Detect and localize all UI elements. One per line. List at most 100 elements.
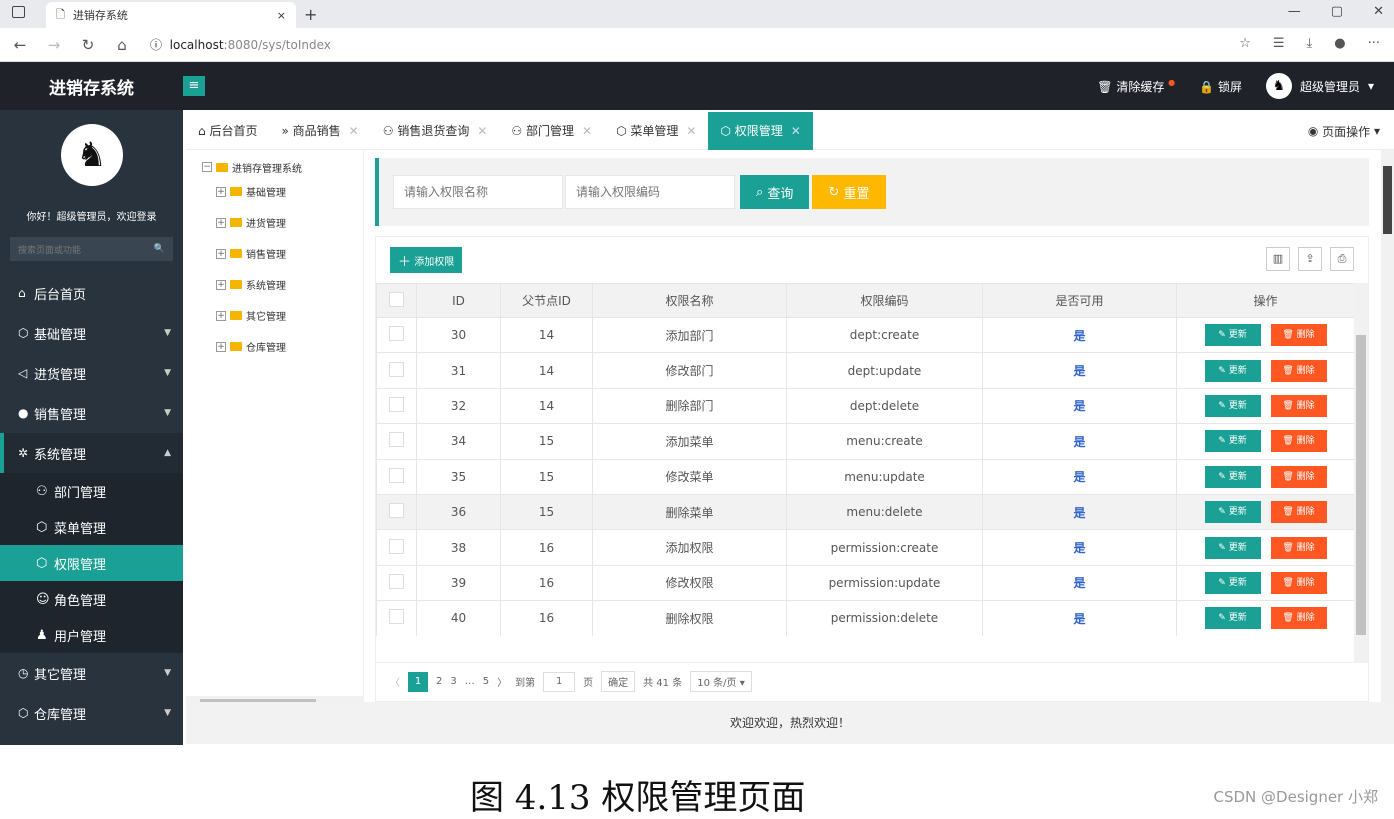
column-header[interactable]: 权限名称 — [592, 283, 787, 318]
minimize-button[interactable]: — — [1288, 4, 1301, 19]
tab-product-sales[interactable]: » 商品销售 ✕ — [269, 112, 370, 150]
delete-button[interactable]: 🗑 删除 — [1270, 324, 1327, 347]
sidebar-item-user[interactable]: ♟ 用户管理 — [0, 617, 183, 653]
favorites-list-icon[interactable]: ☰ — [1273, 36, 1285, 51]
page-number[interactable]: 2 — [436, 676, 442, 687]
print-icon[interactable]: ⎙ — [1330, 247, 1354, 271]
sidebar-item-dept[interactable]: ⚇ 部门管理 — [0, 473, 183, 509]
select-all-checkbox[interactable] — [389, 291, 404, 307]
next-page-icon[interactable]: 〉 — [497, 674, 507, 689]
tree-node[interactable]: + 基础管理 — [216, 176, 363, 207]
delete-button[interactable]: 🗑 删除 — [1270, 430, 1327, 453]
page-scrollbar[interactable] — [1381, 150, 1394, 705]
query-button[interactable]: ⌕ 查询 — [740, 175, 810, 209]
expand-icon[interactable]: + — [216, 248, 226, 259]
update-button[interactable]: ✎ 更新 — [1204, 465, 1261, 488]
back-icon[interactable]: ← — [6, 36, 34, 54]
delete-button[interactable]: 🗑 删除 — [1270, 607, 1327, 630]
table-row[interactable]: 40 16 删除权限 permission:delete 是 ✎ 更新 🗑 删除 — [376, 600, 1355, 636]
expand-icon[interactable]: + — [216, 217, 226, 228]
prev-page-icon[interactable]: 〈 — [390, 674, 400, 689]
delete-button[interactable]: 🗑 删除 — [1270, 394, 1327, 417]
browser-tab[interactable]: 🗋 进销存系统 × — [46, 2, 296, 28]
sidebar-item-other[interactable]: ◷ 其它管理 ▼ — [0, 653, 183, 693]
expand-icon[interactable]: + — [216, 186, 226, 197]
table-row[interactable]: 32 14 删除部门 dept:delete 是 ✎ 更新 🗑 删除 — [376, 387, 1355, 425]
row-checkbox[interactable] — [389, 573, 404, 589]
delete-button[interactable]: 🗑 删除 — [1270, 465, 1327, 488]
row-checkbox[interactable] — [389, 326, 404, 342]
table-row[interactable]: 35 15 修改菜单 menu:update 是 ✎ 更新 🗑 删除 — [376, 458, 1355, 495]
sidebar-toggle-icon[interactable] — [12, 6, 25, 18]
expand-icon[interactable]: + — [216, 279, 226, 290]
table-vertical-scrollbar[interactable] — [1354, 283, 1368, 663]
table-row[interactable]: 30 14 添加部门 dept:create 是 ✎ 更新 🗑 删除 — [376, 316, 1355, 354]
export-icon[interactable]: ⇪ — [1298, 247, 1322, 271]
sidebar-item-basic[interactable]: ⬡ 基础管理 ▼ — [0, 313, 183, 353]
sidebar-item-sales[interactable]: ● 销售管理 ▼ — [0, 393, 183, 433]
tab-menu[interactable]: ⬡ 菜单管理 ✕ — [604, 112, 708, 150]
tab-home[interactable]: ⌂ 后台首页 — [186, 112, 269, 150]
row-select-cell[interactable] — [376, 387, 417, 425]
scrollbar-thumb[interactable] — [1356, 335, 1366, 635]
close-icon[interactable]: ✕ — [349, 124, 359, 138]
close-icon[interactable]: ✕ — [582, 124, 592, 138]
column-header[interactable]: 父节点ID — [500, 283, 593, 318]
new-tab-button[interactable]: + — [304, 5, 317, 24]
more-icon[interactable]: ··· — [1368, 36, 1380, 51]
close-icon[interactable]: ✕ — [791, 124, 801, 138]
row-select-cell[interactable] — [376, 493, 417, 531]
close-tab-icon[interactable]: × — [277, 9, 286, 22]
tab-permission[interactable]: ⬡ 权限管理 ✕ — [708, 111, 813, 150]
forward-icon[interactable]: → — [40, 36, 68, 54]
table-row[interactable]: 31 14 修改部门 dept:update 是 ✎ 更新 🗑 删除 — [376, 352, 1355, 389]
row-checkbox[interactable] — [389, 609, 404, 625]
url-field[interactable]: ⓘ localhost:8080/sys/toIndex — [150, 36, 331, 53]
update-button[interactable]: ✎ 更新 — [1204, 501, 1261, 524]
update-button[interactable]: ✎ 更新 — [1204, 536, 1261, 559]
row-select-cell[interactable] — [376, 316, 417, 354]
row-select-cell[interactable] — [376, 423, 417, 460]
collapse-icon[interactable]: − — [202, 162, 212, 172]
delete-button[interactable]: 🗑 删除 — [1270, 501, 1327, 524]
row-checkbox[interactable] — [389, 361, 404, 377]
refresh-icon[interactable]: ↻ — [74, 36, 102, 54]
menu-toggle-button[interactable]: ≡ — [183, 76, 205, 96]
scrollbar-thumb[interactable] — [1383, 166, 1392, 234]
tree-node[interactable]: + 进货管理 — [216, 207, 363, 238]
row-select-cell[interactable] — [376, 600, 417, 636]
page-number[interactable]: 3 — [450, 676, 456, 687]
row-select-cell[interactable] — [376, 458, 417, 495]
column-header[interactable]: 是否可用 — [982, 283, 1177, 318]
home-icon[interactable]: ⌂ — [108, 36, 136, 54]
update-button[interactable]: ✎ 更新 — [1204, 359, 1261, 382]
page-size-select[interactable]: 10 条/页 ▾ — [690, 671, 752, 692]
select-all-cell[interactable] — [376, 283, 417, 318]
sidebar-item-menu[interactable]: ⬡ 菜单管理 — [0, 509, 183, 545]
columns-icon[interactable]: ▥ — [1266, 247, 1290, 271]
delete-button[interactable]: 🗑 删除 — [1270, 359, 1327, 382]
update-button[interactable]: ✎ 更新 — [1204, 571, 1261, 594]
reset-button[interactable]: ↻ 重置 — [812, 175, 886, 209]
sidebar-item-warehouse[interactable]: ⬡ 仓库管理 ▼ — [0, 693, 183, 733]
row-select-cell[interactable] — [376, 352, 417, 389]
sidebar-item-permission[interactable]: ⬡ 权限管理 — [0, 545, 183, 581]
download-icon[interactable]: ⤓ — [1307, 36, 1313, 51]
tree-node[interactable]: + 销售管理 — [216, 238, 363, 269]
expand-icon[interactable]: + — [216, 341, 226, 352]
update-button[interactable]: ✎ 更新 — [1204, 607, 1261, 630]
tree-node[interactable]: + 其它管理 — [216, 300, 363, 331]
close-icon[interactable]: ✕ — [686, 124, 696, 138]
tree-node[interactable]: + 仓库管理 — [216, 331, 363, 362]
column-header[interactable]: ID — [416, 283, 501, 318]
sidebar-item-role[interactable]: ☺ 角色管理 — [0, 581, 183, 617]
table-row[interactable]: 34 15 添加菜单 menu:create 是 ✎ 更新 🗑 删除 — [376, 423, 1355, 460]
row-select-cell[interactable] — [376, 564, 417, 602]
sidebar-item-system[interactable]: ✲ 系统管理 ▲ — [0, 433, 183, 473]
sidebar-item-purchase[interactable]: ◁ 进货管理 ▼ — [0, 353, 183, 393]
row-checkbox[interactable] — [389, 467, 404, 483]
row-select-cell[interactable] — [376, 529, 417, 566]
sidebar-item-home[interactable]: ⌂ 后台首页 — [0, 273, 183, 313]
permission-name-input[interactable] — [393, 175, 563, 209]
tree-root[interactable]: − 进销存管理系统 — [202, 158, 363, 176]
